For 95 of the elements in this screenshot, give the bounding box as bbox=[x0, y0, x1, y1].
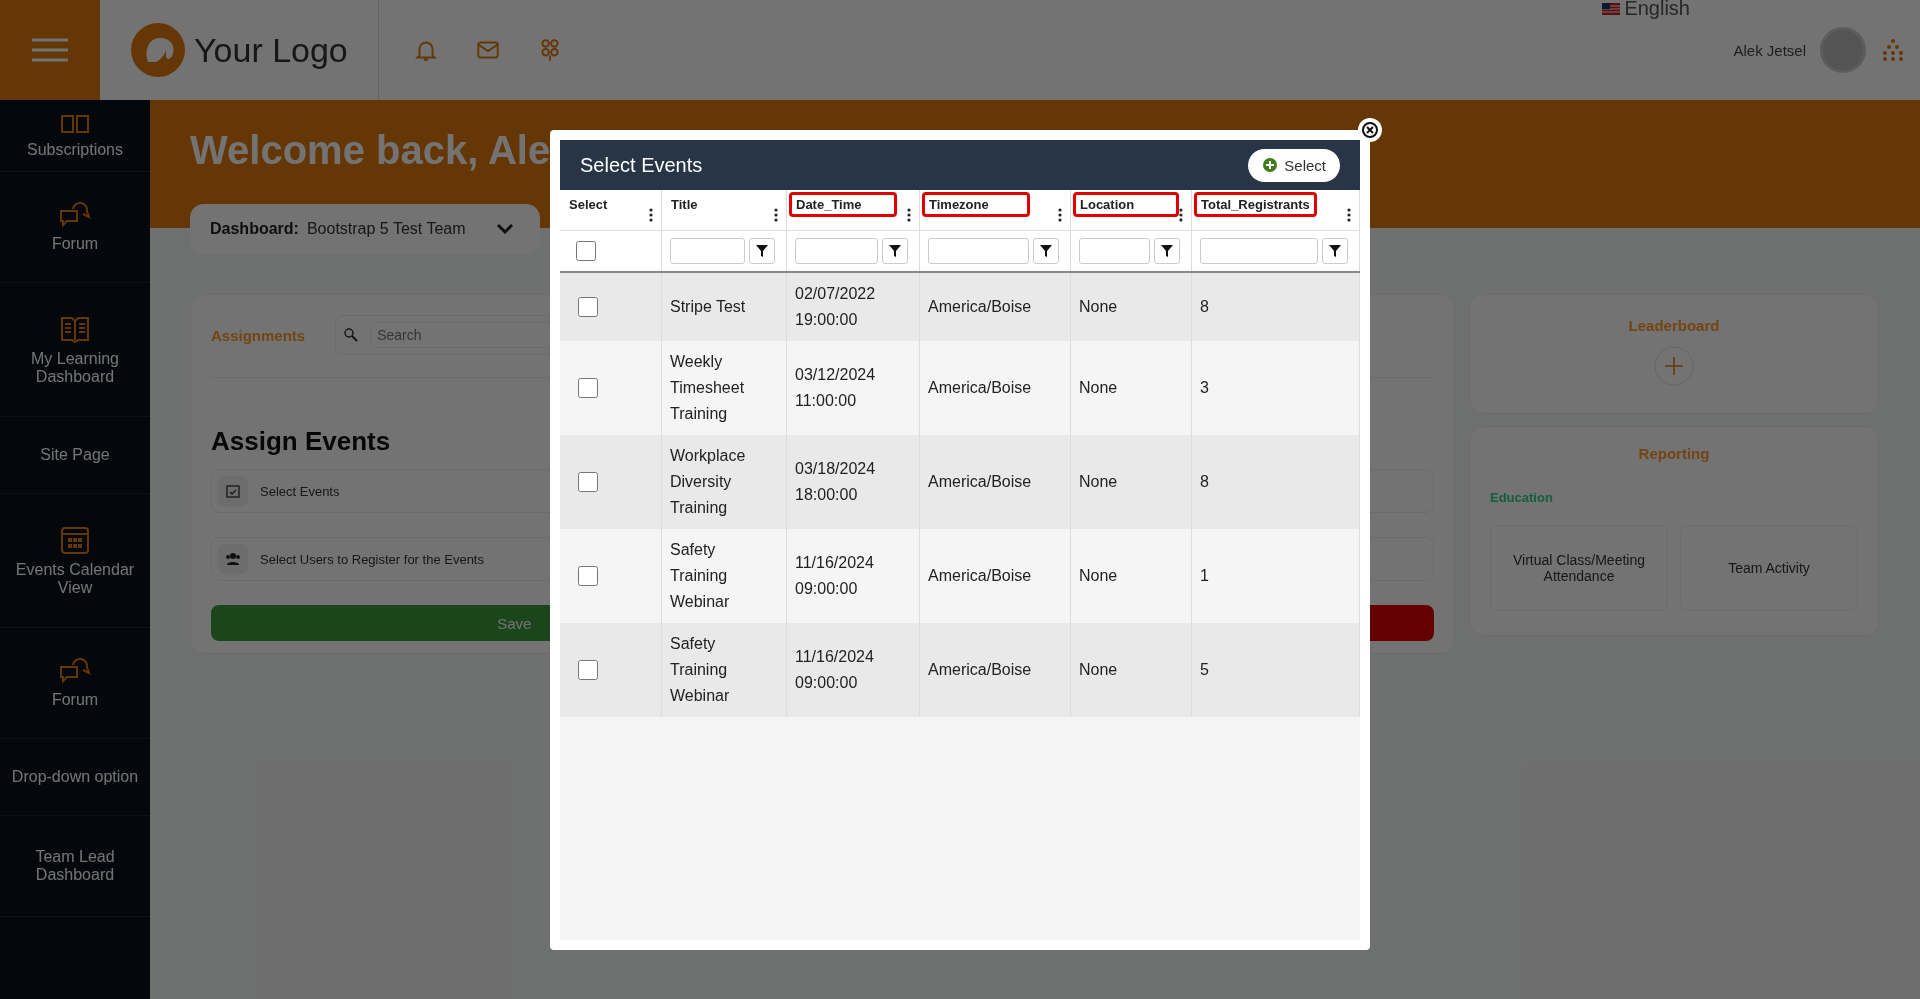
kebab-menu-icon[interactable] bbox=[1347, 208, 1351, 222]
table-cell-text: America/Boise bbox=[928, 566, 1032, 586]
filter-button[interactable] bbox=[1033, 238, 1059, 264]
assign-events-heading: Assign Events bbox=[211, 426, 391, 457]
filter-icon bbox=[1161, 245, 1173, 257]
sidebar-item[interactable]: Forum bbox=[0, 628, 150, 739]
table-cell-text: 11/16/2024 09:00:00 bbox=[795, 647, 875, 693]
sidebar-item[interactable]: Drop-down option bbox=[0, 739, 150, 816]
user-name: Alek Jetsel bbox=[1733, 41, 1806, 59]
select-button[interactable]: Select bbox=[1248, 148, 1340, 182]
column-header[interactable]: Timezone bbox=[920, 190, 1071, 230]
dashboard-value: Bootstrap 5 Test Team bbox=[306, 220, 466, 238]
table-cell-text: America/Boise bbox=[928, 472, 1032, 492]
table-cell-text: None bbox=[1079, 297, 1118, 317]
table-cell-text: None bbox=[1079, 566, 1118, 586]
filter-icon bbox=[889, 245, 901, 257]
table-cell-text: 8 bbox=[1200, 297, 1209, 317]
leaderboard-title: Leaderboard bbox=[1628, 317, 1720, 334]
row-checkbox[interactable] bbox=[578, 660, 598, 680]
filter-field[interactable] bbox=[670, 238, 745, 264]
column-title: Total_Registrants bbox=[1194, 192, 1317, 217]
table-cell-text: America/Boise bbox=[928, 378, 1032, 398]
step-label: Select Events bbox=[260, 483, 340, 499]
row-checkbox[interactable] bbox=[578, 566, 598, 586]
table-cell-text: 8 bbox=[1200, 472, 1209, 492]
close-icon bbox=[1362, 122, 1378, 138]
table-cell-text: None bbox=[1079, 472, 1118, 492]
row-checkbox[interactable] bbox=[578, 297, 598, 317]
filter-icon bbox=[1329, 245, 1341, 257]
filter-field[interactable] bbox=[795, 238, 878, 264]
language-selector[interactable]: English bbox=[1624, 0, 1690, 20]
chat-icon bbox=[59, 201, 91, 229]
table-cell-text: Workplace Diversity Training bbox=[670, 446, 747, 518]
column-header[interactable]: Location bbox=[1071, 190, 1192, 230]
table-cell-text: 02/07/2022 19:00:00 bbox=[795, 284, 877, 330]
table-cell-text: Weekly Timesheet Training bbox=[670, 352, 746, 424]
step-label: Select Users to Register for the Events bbox=[260, 551, 484, 567]
chevron-down-icon bbox=[495, 223, 514, 235]
grid-icon bbox=[60, 115, 90, 135]
table-cell-text: 3 bbox=[1200, 378, 1209, 398]
table-cell-text: None bbox=[1079, 378, 1118, 398]
welcome-heading: Welcome back, Ale bbox=[190, 128, 551, 173]
report-tile[interactable]: Virtual Class/Meeting Attendance bbox=[1490, 525, 1668, 611]
reporting-title: Reporting bbox=[1638, 445, 1710, 462]
table-cell-text: America/Boise bbox=[928, 660, 1032, 680]
plus-circle-icon bbox=[1262, 157, 1279, 173]
dashboard-selector[interactable]: Dashboard: Bootstrap 5 Test Team bbox=[190, 204, 540, 254]
kebab-menu-icon[interactable] bbox=[649, 208, 653, 222]
column-title: Select bbox=[568, 196, 609, 214]
row-checkbox[interactable] bbox=[578, 472, 598, 492]
table-cell-text: 1 bbox=[1200, 566, 1209, 586]
column-header[interactable]: Select bbox=[560, 190, 662, 230]
row-checkbox[interactable] bbox=[578, 378, 598, 398]
table-cell-text: 5 bbox=[1200, 660, 1209, 680]
filter-icon bbox=[1040, 245, 1052, 257]
filter-button[interactable] bbox=[1322, 238, 1348, 264]
column-header[interactable]: Title bbox=[662, 190, 787, 230]
sidebar-item[interactable]: Site Page bbox=[0, 417, 150, 494]
column-title: Title bbox=[670, 196, 699, 214]
sidebar-item[interactable]: Events Calendar View bbox=[0, 494, 150, 628]
filter-button[interactable] bbox=[749, 238, 775, 264]
table-cell-text: America/Boise bbox=[928, 297, 1032, 317]
dashboard-label: Dashboard: bbox=[210, 220, 299, 238]
table-cell-text: 03/18/2024 18:00:00 bbox=[795, 459, 877, 505]
filter-field[interactable] bbox=[1079, 238, 1150, 264]
kebab-menu-icon[interactable] bbox=[774, 208, 778, 222]
table-cell-text: Stripe Test bbox=[670, 297, 746, 317]
column-title: Timezone bbox=[922, 192, 1030, 217]
sidebar-item[interactable]: My Learning Dashboard bbox=[0, 283, 150, 417]
kebab-menu-icon[interactable] bbox=[1179, 208, 1183, 222]
calendar-icon bbox=[60, 524, 90, 555]
filter-button[interactable] bbox=[1154, 238, 1180, 264]
table-cell-text: None bbox=[1079, 660, 1118, 680]
table-cell-text: 11/16/2024 09:00:00 bbox=[795, 553, 875, 599]
column-header[interactable]: Date_Time bbox=[787, 190, 920, 230]
chat-icon bbox=[59, 657, 91, 685]
column-title: Location bbox=[1073, 192, 1180, 217]
logo-text: Your Logo bbox=[194, 30, 348, 70]
filter-field[interactable] bbox=[1200, 238, 1318, 264]
sidebar-item[interactable]: Team Lead Dashboard bbox=[0, 816, 150, 917]
filter-button[interactable] bbox=[882, 238, 908, 264]
users-icon bbox=[225, 552, 241, 566]
filter-field[interactable] bbox=[928, 238, 1029, 264]
kebab-menu-icon[interactable] bbox=[907, 208, 911, 222]
section-label: Education bbox=[1490, 490, 1554, 505]
report-tile[interactable]: Team Activity bbox=[1680, 525, 1858, 611]
filter-icon bbox=[756, 245, 768, 257]
kebab-menu-icon[interactable] bbox=[1058, 208, 1062, 222]
calendar-check-icon bbox=[226, 484, 240, 498]
select-all-checkbox[interactable] bbox=[576, 241, 596, 261]
table-cell-text: 03/12/2024 11:00:00 bbox=[795, 365, 877, 411]
column-title: Date_Time bbox=[789, 192, 897, 217]
column-header[interactable]: Total_Registrants bbox=[1192, 190, 1360, 230]
menu-icon bbox=[30, 36, 70, 64]
dialog-title: Select Events bbox=[580, 153, 703, 177]
